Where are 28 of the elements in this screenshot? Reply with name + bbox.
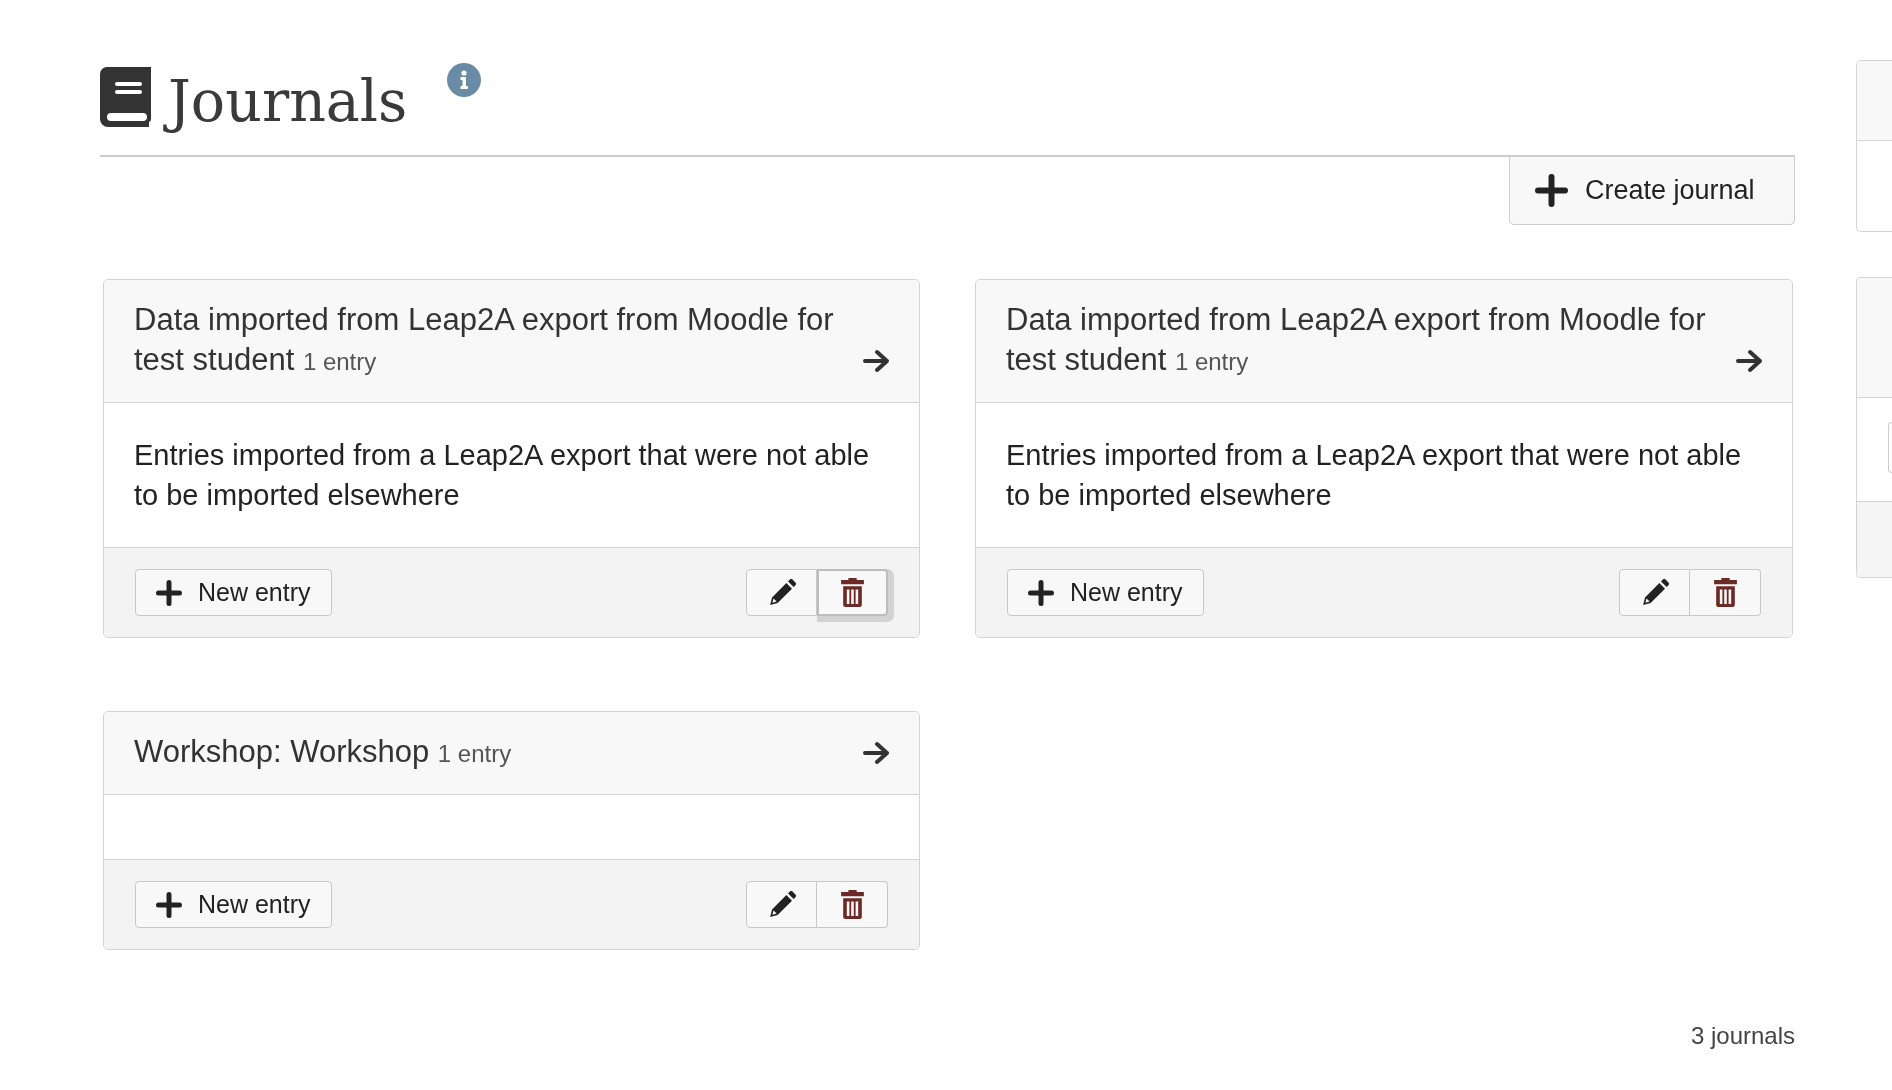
plus-icon	[156, 891, 182, 918]
edit-button[interactable]	[746, 881, 817, 928]
journal-title[interactable]: Data imported from Leap2A export from Moodle for test student 1 entry	[1006, 300, 1727, 382]
new-entry-button[interactable]: New entry	[135, 569, 332, 616]
page-title: Journals	[160, 63, 412, 139]
arrow-right-icon[interactable]	[862, 349, 891, 373]
create-journal-button[interactable]: Create journal	[1509, 157, 1795, 225]
journal-title[interactable]: Workshop: Workshop 1 entry	[134, 732, 854, 774]
edit-button[interactable]	[746, 569, 817, 616]
journal-description: Entries imported from a Leap2A export that were not able to be imported elsewhere	[1006, 438, 1743, 513]
plus-icon	[156, 579, 182, 606]
book-icon	[100, 67, 153, 127]
trash-icon	[840, 578, 865, 607]
arrow-right-icon[interactable]	[862, 741, 891, 765]
edit-button[interactable]	[1619, 569, 1690, 616]
new-entry-button[interactable]: New entry	[135, 881, 332, 928]
trash-icon	[839, 890, 865, 919]
trash-icon	[1712, 578, 1738, 607]
delete-button[interactable]	[817, 881, 888, 928]
arrow-right-icon[interactable]	[1735, 349, 1764, 373]
new-entry-button[interactable]: New entry	[1007, 569, 1204, 616]
delete-button[interactable]	[1690, 569, 1761, 616]
info-icon[interactable]	[447, 63, 482, 97]
plus-icon	[1535, 174, 1568, 207]
journal-description: Entries imported from a Leap2A export that were not able to be imported elsewhere	[134, 438, 871, 513]
journal-count: 3 journals	[1690, 1021, 1795, 1051]
plus-icon	[1028, 579, 1054, 606]
journal-title[interactable]: Data imported from Leap2A export from Moodle for test student 1 entry	[134, 300, 854, 382]
